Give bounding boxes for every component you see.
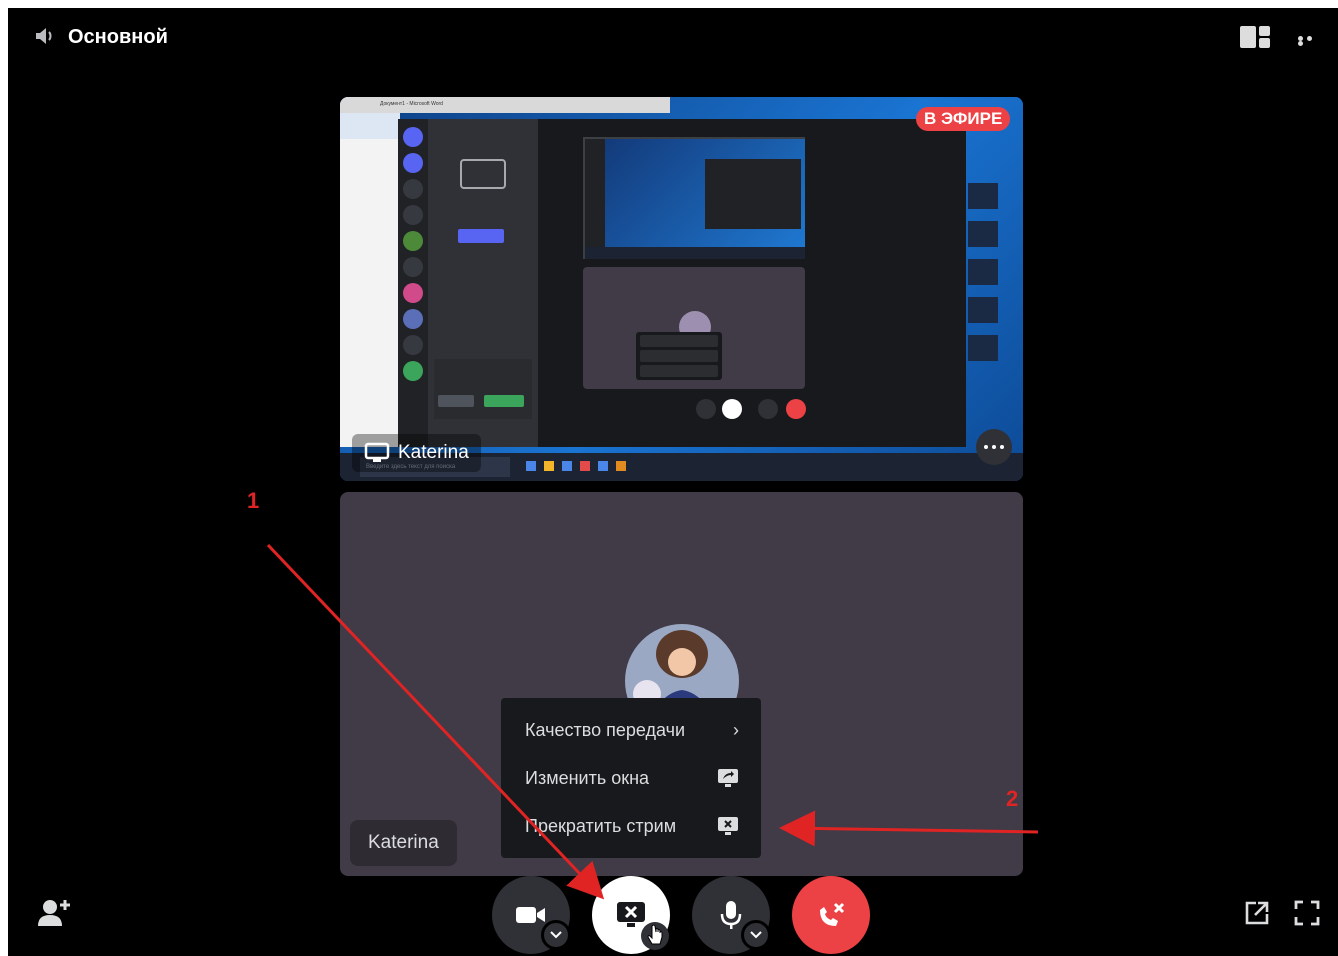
chevron-down-icon	[550, 931, 562, 939]
annotation-number-2: 2	[1006, 786, 1019, 811]
camera-icon	[516, 907, 545, 923]
server-list	[398, 119, 428, 447]
menu-item-label: Качество передачи	[525, 719, 686, 740]
menu-item-label: Прекратить стрим	[525, 815, 677, 836]
channel-name: Основной	[68, 26, 168, 48]
call-controls	[8, 876, 1338, 956]
screen-switch-icon	[718, 769, 738, 787]
menu-item-stream-quality[interactable]: Качество передачи ›	[509, 706, 753, 754]
stream-context-menu: Качество передачи › Изменить окна Прекра…	[501, 698, 761, 858]
nested-menu	[636, 332, 722, 380]
channel-list	[428, 119, 538, 447]
nested-control	[786, 399, 806, 419]
menu-item-label: Изменить окна	[525, 767, 650, 788]
speaker-icon	[36, 28, 52, 44]
monitor-icon	[364, 442, 390, 462]
nested-stream-tile	[583, 137, 805, 259]
stream-user-label: Katerina	[352, 434, 481, 472]
chevron-right-icon: ›	[733, 719, 739, 740]
popout-icon[interactable]	[1244, 900, 1270, 926]
microphone-options-button[interactable]	[741, 920, 771, 950]
nested-control	[722, 399, 742, 419]
desktop-icons	[962, 171, 1022, 381]
chevron-down-icon	[750, 931, 762, 939]
hand-cursor-icon	[641, 922, 669, 950]
user-name-label: Katerina	[350, 820, 457, 866]
fullscreen-icon[interactable]	[1294, 900, 1320, 926]
top-bar: Основной	[8, 8, 1338, 64]
disconnect-button[interactable]	[792, 876, 870, 954]
annotation-number-1: 1	[247, 488, 260, 513]
microphone-icon	[720, 901, 742, 929]
voice-channel-view: Основной Документ1 - Microsoft Word Введ…	[8, 8, 1338, 956]
stream-tile[interactable]: Документ1 - Microsoft Word Введите здесь…	[340, 97, 1023, 481]
stop-stream-icon	[718, 817, 738, 835]
stream-user-name: Katerina	[398, 442, 469, 463]
more-icon[interactable]	[1298, 36, 1324, 46]
menu-item-change-windows[interactable]: Изменить окна	[509, 754, 753, 802]
live-badge: В ЭФИРЕ	[916, 107, 1011, 131]
word-window	[340, 97, 400, 447]
grid-layout-icon[interactable]	[1240, 26, 1270, 48]
stream-more-button[interactable]	[976, 429, 1012, 465]
invite-user-icon[interactable]	[38, 898, 74, 926]
word-ribbon	[340, 113, 400, 139]
camera-options-button[interactable]	[541, 920, 571, 950]
nested-control	[696, 399, 716, 419]
disconnect-icon	[820, 902, 845, 926]
stream-preview: Документ1 - Microsoft Word Введите здесь…	[340, 97, 1023, 481]
menu-item-stop-stream[interactable]: Прекратить стрим	[509, 802, 753, 850]
nested-control	[758, 399, 778, 419]
word-title: Документ1 - Microsoft Word	[340, 97, 670, 113]
